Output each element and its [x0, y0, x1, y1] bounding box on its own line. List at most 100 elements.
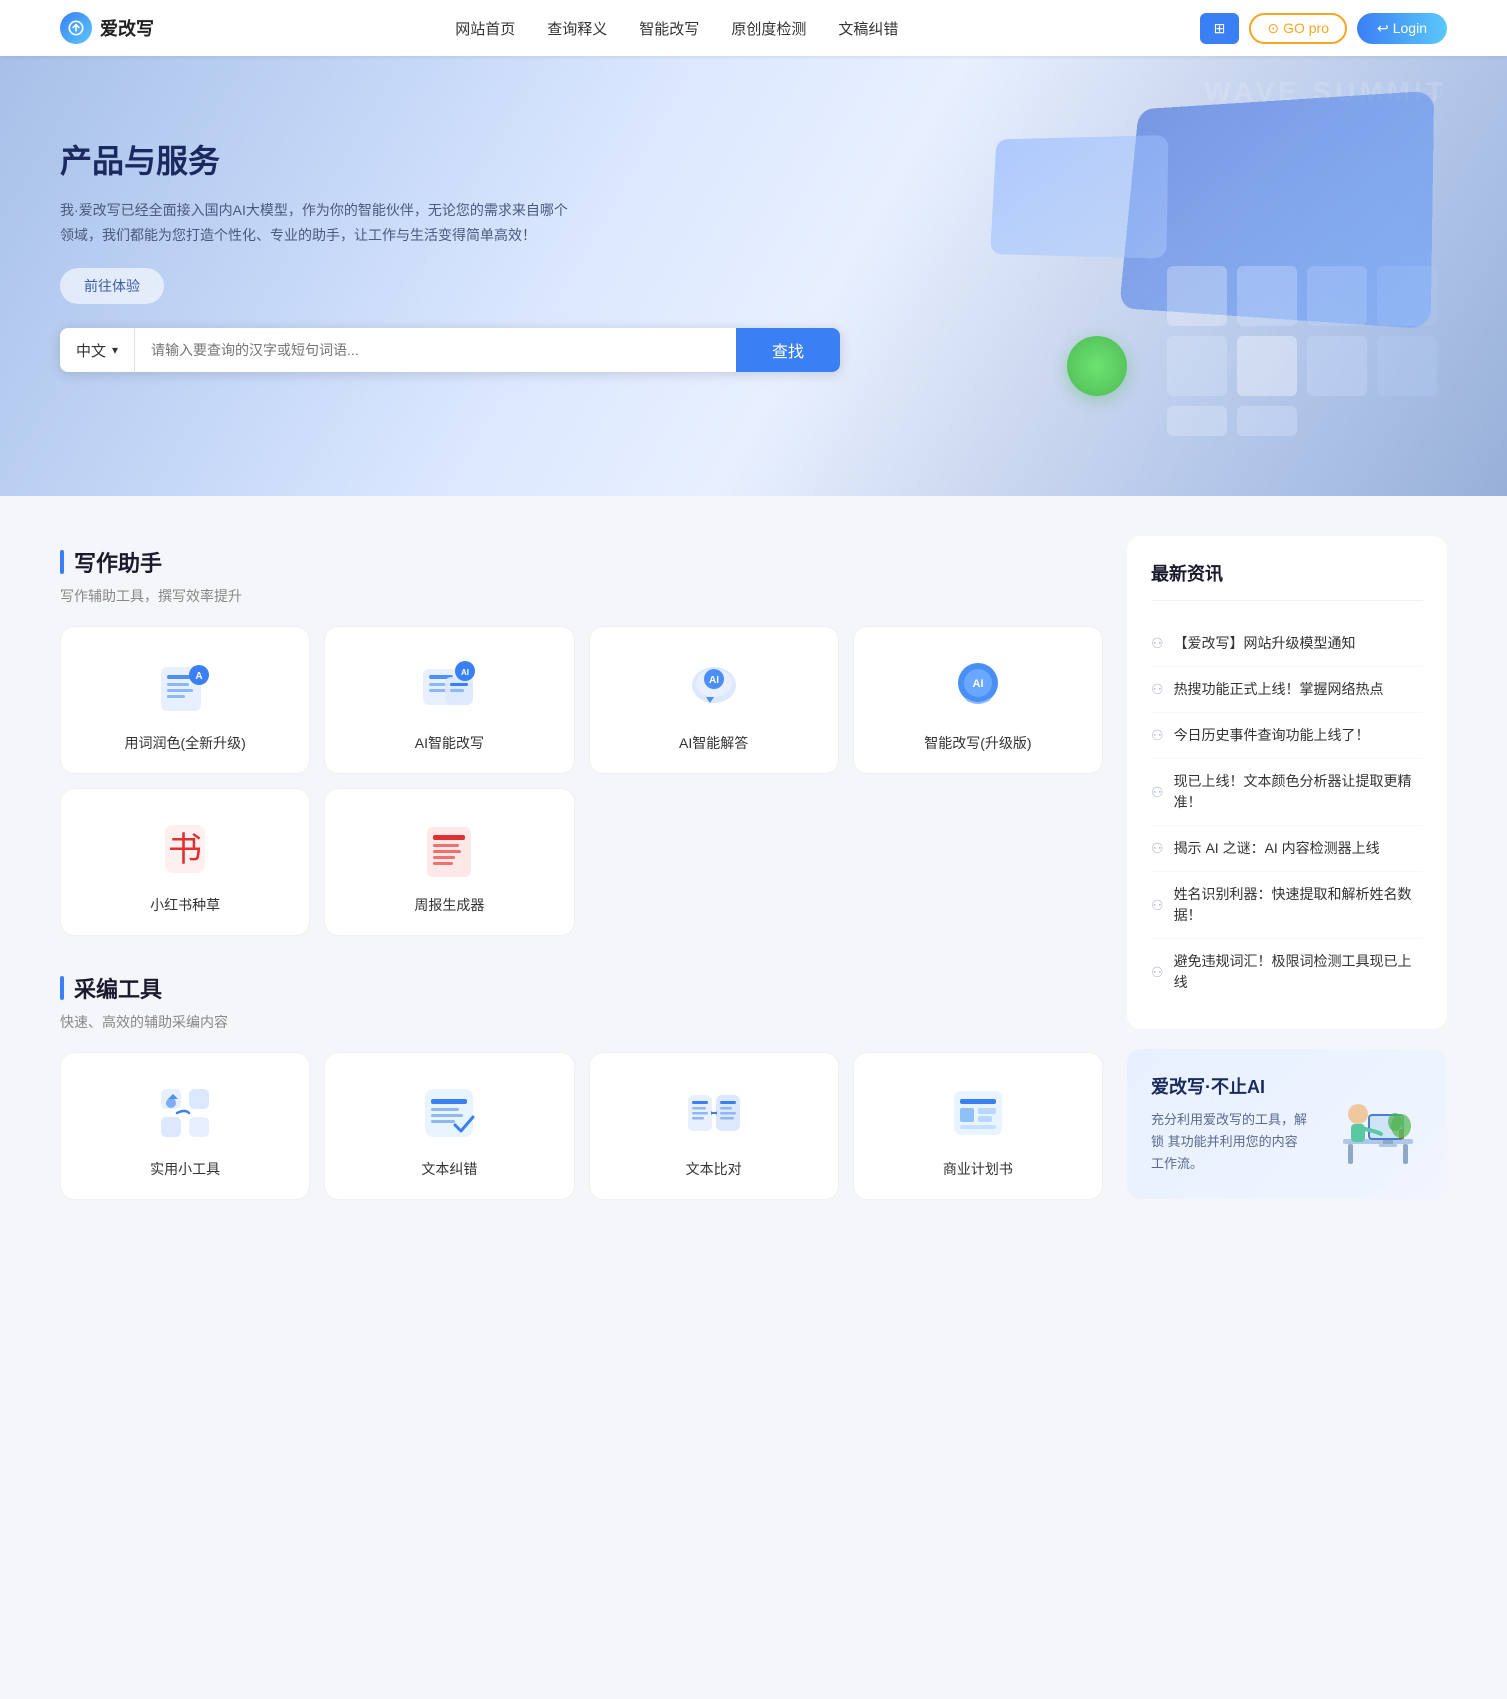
promo-image [1323, 1074, 1423, 1174]
caijian-subtitle: 快速、高效的辅助采编内容 [60, 1012, 1103, 1032]
news-text-2: 今日历史事件查询功能上线了！ [1174, 725, 1370, 746]
tool-label-writing-color: 用词润色(全新升级) [124, 733, 245, 753]
tool-card-weekly-report[interactable]: 周报生成器 [324, 788, 574, 936]
header-actions: ⊞ ⊙ GO pro ↩ Login [1200, 13, 1447, 44]
news-item-3[interactable]: ⚇ 现已上线！文本颜色分析器让提取更精准！ [1151, 759, 1423, 826]
news-item-6[interactable]: ⚇ 避免违规词汇！极限词检测工具现已上线 [1151, 939, 1423, 1005]
apps-grid-icon: ⊞ [1214, 20, 1226, 37]
tool-label-business-plan: 商业计划书 [943, 1159, 1013, 1179]
tool-label-xiaohongshu: 小红书种草 [150, 895, 220, 915]
news-item-2[interactable]: ⚇ 今日历史事件查询功能上线了！ [1151, 713, 1423, 759]
logo-icon [60, 12, 92, 44]
promo-text: 爱改写·不止AI 充分利用爱改写的工具，解锁 其功能并利用您的内容工作流。 [1151, 1073, 1307, 1175]
search-input[interactable] [135, 328, 736, 372]
login-button[interactable]: ↩ Login [1357, 13, 1447, 44]
main-content: 写作助手 写作辅助工具，撰写效率提升 A [0, 496, 1507, 1276]
section-bar [60, 550, 64, 574]
news-item-1[interactable]: ⚇ 热搜功能正式上线！掌握网络热点 [1151, 667, 1423, 713]
tool-label-utils: 实用小工具 [150, 1159, 220, 1179]
news-title: 最新资讯 [1151, 560, 1423, 601]
ai-answer-icon: AI [682, 655, 746, 719]
go-pro-label: GO pro [1283, 20, 1329, 36]
text-compare-icon [682, 1081, 746, 1145]
svg-text:AI: AI [461, 668, 469, 677]
text-proofread-icon [417, 1081, 481, 1145]
apps-button[interactable]: ⊞ [1200, 13, 1240, 44]
writing-section: 写作助手 写作辅助工具，撰写效率提升 A [60, 546, 1103, 936]
tool-card-ai-rewrite[interactable]: AI AI智能改写 [324, 626, 574, 774]
go-icon: ⊙ [1267, 20, 1279, 37]
hero-content: 产品与服务 我·爱改写已经全面接入国内AI大模型，作为你的智能伙伴，无论您的需求… [0, 56, 1507, 304]
header: 爱改写 网站首页 查询释义 智能改写 原创度检测 文稿纠错 ⊞ ⊙ GO pro… [0, 0, 1507, 56]
news-text-1: 热搜功能正式上线！掌握网络热点 [1174, 679, 1384, 700]
search-lang-text: 中文 [76, 340, 106, 361]
nav-rewrite[interactable]: 智能改写 [639, 18, 699, 39]
tool-card-text-proofread[interactable]: 文本纠错 [324, 1052, 574, 1200]
svg-text:A: A [196, 671, 203, 682]
link-icon-5: ⚇ [1151, 897, 1164, 914]
news-item-4[interactable]: ⚇ 揭示 AI 之谜：AI 内容检测器上线 [1151, 826, 1423, 872]
news-text-3: 现已上线！文本颜色分析器让提取更精准！ [1174, 771, 1423, 813]
promo-panel: 爱改写·不止AI 充分利用爱改写的工具，解锁 其功能并利用您的内容工作流。 [1127, 1049, 1447, 1199]
tool-label-ai-rewrite: AI智能改写 [415, 733, 484, 753]
caijian-section-bar [60, 976, 64, 1000]
news-panel: 最新资讯 ⚇ 【爱改写】网站升级模型通知 ⚇ 热搜功能正式上线！掌握网络热点 ⚇… [1127, 536, 1447, 1029]
writing-subtitle: 写作辅助工具，撰写效率提升 [60, 586, 1103, 606]
go-pro-button[interactable]: ⊙ GO pro [1249, 13, 1347, 44]
tool-label-ai-answer: AI智能解答 [679, 733, 748, 753]
weekly-report-icon [417, 817, 481, 881]
smart-rewrite-pro-icon: AI [946, 655, 1010, 719]
svg-text:书: 书 [168, 831, 202, 869]
tool-card-text-compare[interactable]: 文本比对 [589, 1052, 839, 1200]
link-icon-2: ⚇ [1151, 727, 1164, 744]
news-item-0[interactable]: ⚇ 【爱改写】网站升级模型通知 [1151, 621, 1423, 667]
promo-desc: 充分利用爱改写的工具，解锁 其功能并利用您的内容工作流。 [1151, 1109, 1307, 1175]
news-text-4: 揭示 AI 之谜：AI 内容检测器上线 [1174, 838, 1380, 859]
link-icon-0: ⚇ [1151, 635, 1164, 652]
login-icon: ↩ [1377, 20, 1389, 37]
tool-card-business-plan[interactable]: 商业计划书 [853, 1052, 1103, 1200]
writing-section-title: 写作助手 [60, 546, 1103, 578]
chevron-down-icon: ▾ [112, 343, 118, 357]
hero-section: WAVE SUMMIT 产品与服务 我·爱改写已经全面接入国内AI大模型，作为你… [0, 56, 1507, 496]
promo-title: 爱改写·不止AI [1151, 1073, 1307, 1099]
search-lang-selector[interactable]: 中文 ▾ [60, 328, 135, 372]
tool-label-text-compare: 文本比对 [686, 1159, 742, 1179]
hero-experience-button[interactable]: 前往体验 [60, 268, 164, 304]
ai-rewrite-icon: AI [417, 655, 481, 719]
search-button[interactable]: 查找 [736, 328, 840, 372]
news-item-5[interactable]: ⚇ 姓名识别利器：快速提取和解析姓名数据！ [1151, 872, 1423, 939]
business-plan-icon [946, 1081, 1010, 1145]
nav-home[interactable]: 网站首页 [455, 18, 515, 39]
tool-card-smart-rewrite-pro[interactable]: AI 智能改写(升级版) [853, 626, 1103, 774]
nav-query[interactable]: 查询释义 [547, 18, 607, 39]
writing-tool-grid: A 用词润色(全新升级) [60, 626, 1103, 936]
utils-icon [153, 1081, 217, 1145]
svg-text:AI: AI [972, 678, 983, 690]
main-nav: 网站首页 查询释义 智能改写 原创度检测 文稿纠错 [455, 18, 898, 39]
tool-card-ai-answer[interactable]: AI AI智能解答 [589, 626, 839, 774]
search-bar: 中文 ▾ 查找 [60, 328, 840, 372]
hero-title: 产品与服务 [60, 136, 1447, 182]
nav-originality[interactable]: 原创度检测 [731, 18, 806, 39]
tool-label-smart-rewrite-pro: 智能改写(升级版) [924, 733, 1031, 753]
tool-label-text-proofread: 文本纠错 [421, 1159, 477, 1179]
tool-card-writing-color[interactable]: A 用词润色(全新升级) [60, 626, 310, 774]
hero-desc: 我·爱改写已经全面接入国内AI大模型，作为你的智能伙伴，无论您的需求来自哪个领域… [60, 198, 580, 248]
xiaohongshu-icon: 书 [153, 817, 217, 881]
news-text-6: 避免违规词汇！极限词检测工具现已上线 [1174, 951, 1423, 993]
svg-text:AI: AI [709, 675, 719, 686]
tool-card-utils[interactable]: 实用小工具 [60, 1052, 310, 1200]
link-icon-1: ⚇ [1151, 681, 1164, 698]
tool-label-weekly-report: 周报生成器 [414, 895, 484, 915]
news-text-5: 姓名识别利器：快速提取和解析姓名数据！ [1174, 884, 1423, 926]
news-text-0: 【爱改写】网站升级模型通知 [1174, 633, 1356, 654]
login-label: Login [1393, 20, 1427, 36]
left-panel: 写作助手 写作辅助工具，撰写效率提升 A [60, 536, 1103, 1236]
nav-proofread[interactable]: 文稿纠错 [838, 18, 898, 39]
right-panel: 最新资讯 ⚇ 【爱改写】网站升级模型通知 ⚇ 热搜功能正式上线！掌握网络热点 ⚇… [1127, 536, 1447, 1236]
link-icon-4: ⚇ [1151, 840, 1164, 857]
logo[interactable]: 爱改写 [60, 12, 154, 44]
hero-green-sphere [1067, 336, 1127, 396]
tool-card-xiaohongshu[interactable]: 书 小红书种草 [60, 788, 310, 936]
